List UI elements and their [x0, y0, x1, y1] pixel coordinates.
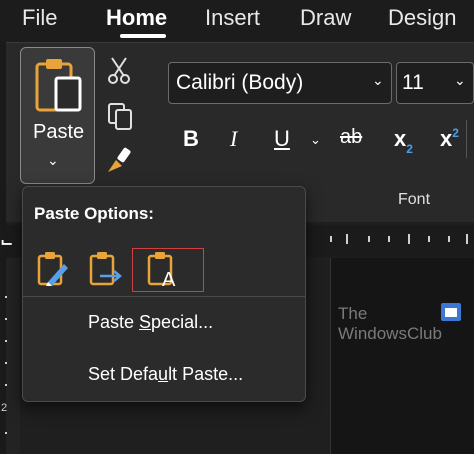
font-family-chevron-icon[interactable]: ⌄ — [372, 72, 384, 89]
scissors-icon[interactable] — [106, 56, 132, 84]
font-size-value: 11 — [402, 71, 424, 94]
subscript-button[interactable]: x2 — [394, 126, 413, 156]
ruler-tick — [466, 234, 468, 244]
tab-draw[interactable]: Draw — [300, 4, 351, 32]
ruler-tick — [346, 234, 348, 244]
menu-text: Paste — [88, 312, 140, 332]
menu-accelerator: u — [158, 364, 169, 384]
ruler-tick — [448, 236, 450, 242]
brush-icon[interactable] — [104, 146, 136, 176]
vertical-ruler-number: 2 — [1, 402, 8, 414]
superscript-x: x — [440, 126, 453, 151]
menu-text: Set Defa — [88, 364, 159, 384]
paste-dropdown-chevron-icon[interactable]: ⌄ — [47, 152, 59, 169]
menu-accelerator: S — [139, 312, 152, 332]
paste-special-menu-item[interactable]: Paste Special... — [88, 312, 213, 333]
underline-button[interactable]: U — [274, 126, 290, 152]
paste-keep-source-icon[interactable] — [34, 246, 74, 290]
menu-separator — [23, 296, 305, 297]
document-page[interactable] — [330, 258, 474, 454]
italic-button[interactable]: I — [230, 126, 237, 152]
bold-button[interactable]: B — [183, 126, 199, 152]
strikethrough-button[interactable]: ab — [340, 126, 362, 149]
active-tab-indicator — [120, 34, 166, 38]
ribbon-tab-bar: File Home Insert Draw Design — [0, 0, 474, 42]
ruler-tick — [368, 236, 370, 242]
svg-text:A: A — [162, 269, 176, 290]
ruler-dot — [5, 318, 7, 320]
tab-home[interactable]: Home — [106, 4, 167, 32]
ruler-dot — [5, 340, 7, 342]
ruler-dot — [5, 296, 7, 298]
watermark-line-2: WindowsClub — [338, 324, 442, 343]
watermark-line-1: The — [338, 304, 368, 323]
paste-label: Paste — [33, 121, 85, 143]
ruler-dot — [5, 362, 7, 364]
menu-text: lt Paste... — [168, 364, 244, 384]
ribbon-group-divider — [466, 120, 467, 158]
subscript-mark: 2 — [406, 142, 413, 156]
tab-insert[interactable]: Insert — [205, 4, 260, 32]
superscript-button[interactable]: x2 — [440, 126, 459, 152]
underline-chevron-icon[interactable]: ⌄ — [310, 132, 321, 148]
watermark: The WindowsClub — [338, 304, 442, 344]
font-size-chevron-icon[interactable]: ⌄ — [454, 72, 466, 89]
ruler-tick — [330, 236, 332, 242]
vertical-ruler — [6, 258, 20, 454]
font-group-label: Font — [398, 191, 431, 208]
paste-options-title: Paste Options: — [34, 204, 154, 223]
paste-text-only-icon[interactable]: A — [144, 246, 184, 290]
ruler-dot — [5, 432, 7, 434]
tab-stop-selector-icon[interactable]: ⌙ — [0, 232, 13, 252]
paste-merge-icon[interactable] — [86, 246, 126, 290]
ruler-tick — [408, 234, 410, 244]
ruler-tick — [428, 236, 430, 242]
tab-file[interactable]: File — [22, 4, 57, 32]
ruler-tick — [388, 236, 390, 242]
subscript-x: x — [394, 126, 407, 151]
superscript-mark: 2 — [452, 126, 459, 140]
ruler-dot — [5, 384, 7, 386]
set-default-paste-menu-item[interactable]: Set Default Paste... — [88, 364, 243, 385]
copy-icon[interactable] — [106, 102, 134, 132]
clipboard-icon — [35, 59, 82, 112]
font-family-value: Calibri (Body) — [176, 71, 304, 94]
menu-text: pecial... — [151, 312, 214, 332]
watermark-logo-icon — [441, 303, 461, 321]
tab-design[interactable]: Design — [388, 4, 456, 32]
